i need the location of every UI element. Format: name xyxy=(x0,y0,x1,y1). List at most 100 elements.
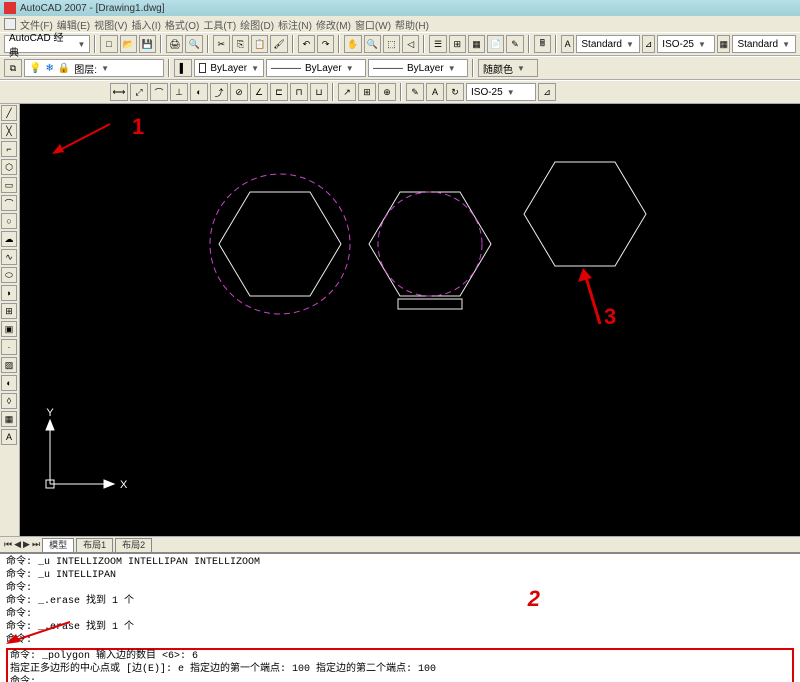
match-button[interactable]: 🖌 xyxy=(270,35,287,53)
tab-last[interactable]: ⏭ xyxy=(32,539,40,550)
table-style-icon[interactable]: ▦ xyxy=(717,35,730,53)
color-combo[interactable]: ByLayer▼ xyxy=(194,59,264,77)
workspace-combo[interactable]: AutoCAD 经典▼ xyxy=(4,35,90,53)
cut-button[interactable]: ✂ xyxy=(213,35,230,53)
dim-leader-button[interactable]: ↗ xyxy=(338,83,356,101)
spline-tool[interactable]: ∿ xyxy=(1,249,17,265)
arc-tool[interactable]: ⌒ xyxy=(1,195,17,211)
dim-linear-button[interactable]: ⟷ xyxy=(110,83,128,101)
dim-edit-button[interactable]: ✎ xyxy=(406,83,424,101)
polygon-tool[interactable]: ⬡ xyxy=(1,159,17,175)
lineweight-combo[interactable]: ———ByLayer▼ xyxy=(368,59,468,77)
copy-button[interactable]: ⎘ xyxy=(232,35,249,53)
circle-tool[interactable]: ○ xyxy=(1,213,17,229)
draw-toolbar: ╱ ╳ ⌐ ⬡ ▭ ⌒ ○ ☁ ∿ ⬭ ◗ ⊞ ▣ · ▨ ◐ ◊ ▦ A xyxy=(0,104,20,536)
table-style-combo[interactable]: Standard▼ xyxy=(732,35,795,53)
tab-layout2[interactable]: 布局2 xyxy=(115,538,152,552)
region-tool[interactable]: ◊ xyxy=(1,393,17,409)
menu-insert[interactable]: 插入(I) xyxy=(131,17,160,32)
text-style-icon[interactable]: A xyxy=(561,35,574,53)
plot-style-combo[interactable]: 随颜色▼ xyxy=(478,59,538,77)
pline-tool[interactable]: ⌐ xyxy=(1,141,17,157)
rectangle-tool[interactable]: ▭ xyxy=(1,177,17,193)
dim-aligned-button[interactable]: ⤢ xyxy=(130,83,148,101)
dim-jogged-button[interactable]: ⤴ xyxy=(210,83,228,101)
dim-continue-button[interactable]: ⊔ xyxy=(310,83,328,101)
xline-tool[interactable]: ╳ xyxy=(1,123,17,139)
linetype-combo[interactable]: ———ByLayer▼ xyxy=(266,59,366,77)
print-button[interactable]: 🖨 xyxy=(166,35,183,53)
color-button[interactable]: ▌ xyxy=(174,59,192,77)
x-axis-label: X xyxy=(120,479,128,491)
dim-diameter-button[interactable]: ⊘ xyxy=(230,83,248,101)
ellipse-tool[interactable]: ⬭ xyxy=(1,267,17,283)
dim-update-button[interactable]: ↻ xyxy=(446,83,464,101)
zoom-button[interactable]: 🔍 xyxy=(364,35,381,53)
markup-button[interactable]: ✎ xyxy=(506,35,523,53)
drawing-canvas[interactable]: Y X xyxy=(20,104,800,536)
point-tool[interactable]: · xyxy=(1,339,17,355)
zoom-window-button[interactable]: ⬚ xyxy=(383,35,400,53)
menu-tools[interactable]: 工具(T) xyxy=(203,17,236,32)
cmd-line: 命令: xyxy=(6,634,794,647)
menu-dim[interactable]: 标注(N) xyxy=(278,17,312,32)
cmd-line: 命令: _u INTELLIPAN xyxy=(6,569,794,582)
layer-combo[interactable]: 💡❄🔒 图层: ▼ xyxy=(24,59,164,77)
table-tool[interactable]: ▦ xyxy=(1,411,17,427)
gradient-tool[interactable]: ◐ xyxy=(1,375,17,391)
preview-button[interactable]: 🔍 xyxy=(185,35,202,53)
dim-arc-button[interactable]: ⌒ xyxy=(150,83,168,101)
menu-modify[interactable]: 修改(M) xyxy=(316,17,351,32)
cmd-line: 指定正多边形的中心点或 [边(E)]: e 指定边的第一个端点: 100 指定边… xyxy=(10,663,790,676)
tab-model[interactable]: 模型 xyxy=(42,538,74,552)
dim-style-icon[interactable]: ⊿ xyxy=(642,35,655,53)
line-tool[interactable]: ╱ xyxy=(1,105,17,121)
dc-button[interactable]: ⊞ xyxy=(449,35,466,53)
new-button[interactable]: □ xyxy=(100,35,117,53)
menu-format[interactable]: 格式(O) xyxy=(165,17,199,32)
calc-button[interactable]: 🖩 xyxy=(534,35,551,53)
tab-layout1[interactable]: 布局1 xyxy=(76,538,113,552)
layer-props-button[interactable]: ⧉ xyxy=(4,59,22,77)
tab-first[interactable]: ⏮ xyxy=(4,539,12,550)
dim-tolerance-button[interactable]: ⊞ xyxy=(358,83,376,101)
dim-style-combo2[interactable]: ISO-25▼ xyxy=(466,83,536,101)
revcloud-tool[interactable]: ☁ xyxy=(1,231,17,247)
command-window[interactable]: 命令: _u INTELLIZOOM INTELLIPAN INTELLIZOO… xyxy=(0,552,800,682)
hatch-tool[interactable]: ▨ xyxy=(1,357,17,373)
sheet-button[interactable]: 📄 xyxy=(487,35,504,53)
tool-palette-button[interactable]: ▦ xyxy=(468,35,485,53)
dim-quick-button[interactable]: ⊏ xyxy=(270,83,288,101)
menu-help[interactable]: 帮助(H) xyxy=(395,17,429,32)
tab-next[interactable]: ▶ xyxy=(23,539,30,550)
dim-center-button[interactable]: ⊕ xyxy=(378,83,396,101)
cmd-line: 命令: xyxy=(10,676,790,682)
save-button[interactable]: 💾 xyxy=(139,35,156,53)
make-block-tool[interactable]: ▣ xyxy=(1,321,17,337)
dim-radius-button[interactable]: ◐ xyxy=(190,83,208,101)
text-style-combo[interactable]: Standard▼ xyxy=(576,35,639,53)
menu-window[interactable]: 窗口(W) xyxy=(355,17,391,32)
mtext-tool[interactable]: A xyxy=(1,429,17,445)
app-icon xyxy=(4,2,16,14)
dim-style-btn[interactable]: ⊿ xyxy=(538,83,556,101)
dim-style-combo[interactable]: ISO-25▼ xyxy=(657,35,715,53)
annotation-3: 3 xyxy=(604,304,616,330)
pan-button[interactable]: ✋ xyxy=(344,35,361,53)
dim-baseline-button[interactable]: ⊓ xyxy=(290,83,308,101)
block-tool[interactable]: ⊞ xyxy=(1,303,17,319)
undo-button[interactable]: ↶ xyxy=(298,35,315,53)
paste-button[interactable]: 📋 xyxy=(251,35,268,53)
redo-button[interactable]: ↷ xyxy=(317,35,334,53)
zoom-prev-button[interactable]: ◁ xyxy=(402,35,419,53)
dim-text-button[interactable]: A xyxy=(426,83,444,101)
dim-angular-button[interactable]: ∠ xyxy=(250,83,268,101)
tab-prev[interactable]: ◀ xyxy=(14,539,21,550)
properties-button[interactable]: ☰ xyxy=(429,35,446,53)
ellipse-arc-tool[interactable]: ◗ xyxy=(1,285,17,301)
menu-view[interactable]: 视图(V) xyxy=(94,17,127,32)
menu-draw[interactable]: 绘图(D) xyxy=(240,17,274,32)
cmd-line: 命令: _.erase 找到 1 个 xyxy=(6,595,794,608)
dim-ordinate-button[interactable]: ⊥ xyxy=(170,83,188,101)
open-button[interactable]: 📂 xyxy=(120,35,137,53)
